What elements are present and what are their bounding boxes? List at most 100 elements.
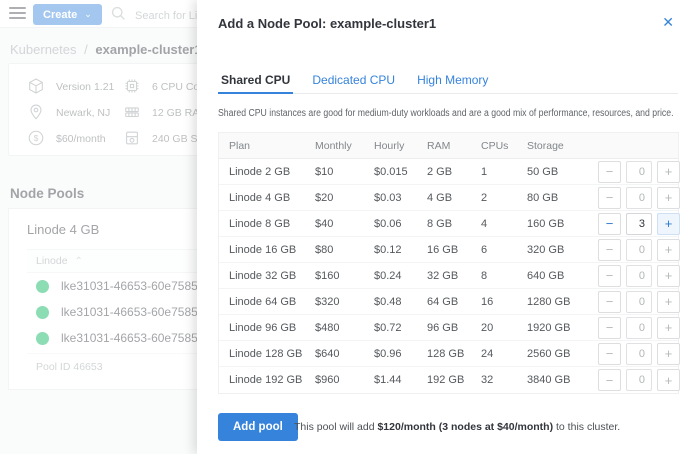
- node-count-input[interactable]: [626, 317, 652, 339]
- plan-cell-plan: Linode 128 GB: [229, 348, 315, 360]
- plans-column-cpus: CPUs: [481, 140, 527, 152]
- plan-cell-cpus: 2: [481, 192, 527, 204]
- node-count-input[interactable]: [626, 343, 652, 365]
- plus-icon[interactable]: +: [657, 161, 680, 183]
- plan-cell-cpus: 24: [481, 348, 527, 360]
- tab-shared-cpu[interactable]: Shared CPU: [218, 66, 293, 93]
- node-count-input[interactable]: [626, 291, 652, 313]
- summary-suffix: to this cluster.: [553, 421, 620, 433]
- plus-icon[interactable]: +: [657, 343, 680, 365]
- plans-column-hourly: Hourly: [374, 140, 427, 152]
- plan-row: Linode 64 GB$320$0.4864 GB161280 GB−+: [219, 289, 678, 315]
- plan-cell-storage: 2560 GB: [527, 348, 598, 360]
- plan-cell-monthly: $640: [315, 348, 374, 360]
- add-node-pool-drawer: Add a Node Pool: example-cluster1 ✕ Shar…: [197, 0, 694, 454]
- node-count-stepper: −+: [598, 291, 681, 313]
- node-count-stepper: −+: [598, 343, 681, 365]
- node-count-input[interactable]: [626, 187, 652, 209]
- tab-description: Shared CPU instances are good for medium…: [218, 108, 674, 119]
- summary-prefix: This pool will add: [294, 421, 377, 433]
- plan-cell-cpus: 1: [481, 166, 527, 178]
- minus-icon[interactable]: −: [598, 187, 621, 209]
- plus-icon[interactable]: +: [657, 239, 680, 261]
- plan-cell-hourly: $0.06: [374, 218, 427, 230]
- node-count-stepper: −+: [598, 265, 681, 287]
- pool-cost-summary: This pool will add $120/month (3 nodes a…: [294, 421, 620, 433]
- plan-cell-storage: 1280 GB: [527, 296, 598, 308]
- node-count-stepper: −+: [598, 187, 681, 209]
- plan-cell-cpus: 32: [481, 374, 527, 386]
- node-count-stepper: −+: [598, 161, 681, 183]
- minus-icon[interactable]: −: [598, 161, 621, 183]
- plan-cell-cpus: 20: [481, 322, 527, 334]
- minus-icon[interactable]: −: [598, 369, 621, 391]
- summary-cost: $120/month (3 nodes at $40/month): [377, 421, 553, 433]
- node-count-input[interactable]: [626, 239, 652, 261]
- plus-icon[interactable]: +: [657, 213, 680, 235]
- plus-icon[interactable]: +: [657, 291, 680, 313]
- node-count-input[interactable]: [626, 265, 652, 287]
- node-count-stepper: −+: [598, 239, 681, 261]
- plan-row: Linode 16 GB$80$0.1216 GB6320 GB−+: [219, 237, 678, 263]
- node-count-input[interactable]: [626, 161, 652, 183]
- plan-cell-hourly: $0.48: [374, 296, 427, 308]
- plan-cell-ram: 16 GB: [427, 244, 481, 256]
- plan-cell-ram: 32 GB: [427, 270, 481, 282]
- plan-cell-plan: Linode 192 GB: [229, 374, 315, 386]
- plan-cell-ram: 128 GB: [427, 348, 481, 360]
- plan-cell-hourly: $0.015: [374, 166, 427, 178]
- plan-cell-storage: 320 GB: [527, 244, 598, 256]
- tab-high-memory[interactable]: High Memory: [414, 66, 491, 93]
- plus-icon[interactable]: +: [657, 265, 680, 287]
- plan-cell-ram: 4 GB: [427, 192, 481, 204]
- plan-cell-monthly: $960: [315, 374, 374, 386]
- plans-column-plan: Plan: [229, 140, 315, 152]
- node-count-stepper: −+: [598, 213, 681, 235]
- plan-cell-hourly: $0.12: [374, 244, 427, 256]
- plan-cell-ram: 8 GB: [427, 218, 481, 230]
- minus-icon[interactable]: −: [598, 213, 621, 235]
- plan-row: Linode 96 GB$480$0.7296 GB201920 GB−+: [219, 315, 678, 341]
- plan-cell-plan: Linode 4 GB: [229, 192, 315, 204]
- plan-cell-cpus: 4: [481, 218, 527, 230]
- plan-row: Linode 8 GB$40$0.068 GB4160 GB−+: [219, 211, 678, 237]
- plan-cell-plan: Linode 8 GB: [229, 218, 315, 230]
- minus-icon[interactable]: −: [598, 343, 621, 365]
- plan-cell-ram: 2 GB: [427, 166, 481, 178]
- plans-column-ram: RAM: [427, 140, 481, 152]
- plans-column-storage: Storage: [527, 140, 598, 152]
- drawer-title: Add a Node Pool: example-cluster1: [218, 16, 436, 31]
- drawer-footer: Add pool This pool will add $120/month (…: [197, 400, 694, 454]
- add-pool-button[interactable]: Add pool: [218, 413, 298, 441]
- node-count-input[interactable]: [626, 369, 652, 391]
- plan-cell-hourly: $1.44: [374, 374, 427, 386]
- plan-cell-plan: Linode 2 GB: [229, 166, 315, 178]
- plan-row: Linode 32 GB$160$0.2432 GB8640 GB−+: [219, 263, 678, 289]
- plus-icon[interactable]: +: [657, 187, 680, 209]
- minus-icon[interactable]: −: [598, 317, 621, 339]
- plan-cell-storage: 1920 GB: [527, 322, 598, 334]
- plan-cell-plan: Linode 16 GB: [229, 244, 315, 256]
- plan-cell-hourly: $0.96: [374, 348, 427, 360]
- plan-cell-plan: Linode 64 GB: [229, 296, 315, 308]
- minus-icon[interactable]: −: [598, 265, 621, 287]
- plan-cell-monthly: $10: [315, 166, 374, 178]
- plan-row: Linode 192 GB$960$1.44192 GB323840 GB−+: [219, 367, 678, 393]
- plan-cell-monthly: $20: [315, 192, 374, 204]
- plans-table: PlanMonthlyHourlyRAMCPUsStorage Linode 2…: [218, 132, 679, 394]
- plan-cell-monthly: $320: [315, 296, 374, 308]
- plus-icon[interactable]: +: [657, 317, 680, 339]
- plan-cell-monthly: $480: [315, 322, 374, 334]
- plan-cell-storage: 640 GB: [527, 270, 598, 282]
- plan-row: Linode 128 GB$640$0.96128 GB242560 GB−+: [219, 341, 678, 367]
- tab-dedicated-cpu[interactable]: Dedicated CPU: [309, 66, 398, 93]
- plan-cell-ram: 96 GB: [427, 322, 481, 334]
- minus-icon[interactable]: −: [598, 239, 621, 261]
- minus-icon[interactable]: −: [598, 291, 621, 313]
- close-icon[interactable]: ✕: [660, 13, 676, 31]
- plan-cell-storage: 80 GB: [527, 192, 598, 204]
- plus-icon[interactable]: +: [657, 369, 680, 391]
- plan-cell-monthly: $40: [315, 218, 374, 230]
- node-count-input[interactable]: [626, 213, 652, 235]
- plan-cell-monthly: $80: [315, 244, 374, 256]
